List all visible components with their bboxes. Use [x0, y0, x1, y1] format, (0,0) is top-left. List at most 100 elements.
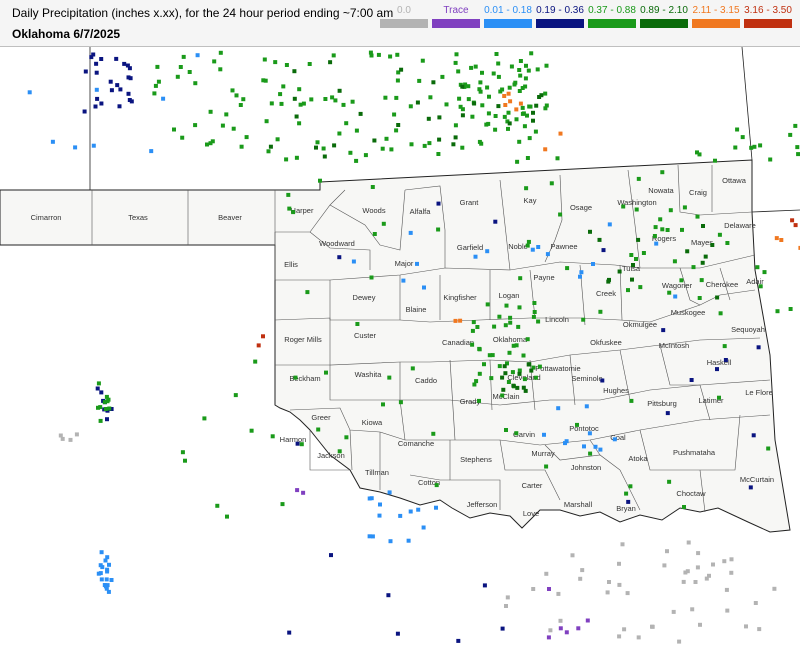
- station-marker[interactable]: [496, 104, 501, 109]
- station-marker[interactable]: [722, 344, 727, 349]
- station-marker[interactable]: [297, 121, 302, 126]
- station-marker[interactable]: [654, 241, 659, 246]
- station-marker[interactable]: [278, 92, 283, 97]
- station-marker[interactable]: [279, 101, 284, 106]
- station-marker[interactable]: [218, 50, 223, 55]
- station-marker[interactable]: [704, 576, 709, 581]
- station-marker[interactable]: [105, 567, 110, 572]
- station-marker[interactable]: [395, 78, 400, 83]
- station-marker[interactable]: [378, 502, 382, 507]
- station-marker[interactable]: [626, 499, 631, 504]
- station-marker[interactable]: [507, 350, 512, 355]
- station-marker[interactable]: [202, 416, 207, 421]
- station-marker[interactable]: [417, 78, 422, 83]
- station-marker[interactable]: [91, 143, 96, 148]
- station-marker[interactable]: [510, 370, 515, 375]
- station-marker[interactable]: [453, 135, 458, 140]
- station-marker[interactable]: [517, 68, 522, 72]
- station-marker[interactable]: [415, 100, 420, 105]
- station-marker[interactable]: [337, 88, 342, 93]
- station-marker[interactable]: [273, 60, 278, 65]
- station-marker[interactable]: [434, 483, 439, 488]
- station-marker[interactable]: [494, 52, 499, 56]
- station-marker[interactable]: [532, 310, 537, 314]
- station-marker[interactable]: [564, 630, 569, 635]
- station-marker[interactable]: [370, 185, 375, 189]
- station-marker[interactable]: [625, 591, 630, 596]
- station-marker[interactable]: [531, 110, 535, 115]
- station-marker[interactable]: [381, 402, 385, 407]
- station-marker[interactable]: [514, 117, 519, 122]
- station-marker[interactable]: [511, 383, 516, 388]
- station-marker[interactable]: [527, 362, 532, 367]
- station-marker[interactable]: [156, 79, 161, 84]
- station-marker[interactable]: [497, 314, 502, 319]
- station-marker[interactable]: [790, 218, 795, 223]
- station-marker[interactable]: [155, 64, 160, 69]
- station-marker[interactable]: [597, 237, 602, 242]
- station-marker[interactable]: [542, 432, 546, 437]
- station-marker[interactable]: [638, 285, 643, 290]
- station-marker[interactable]: [650, 624, 655, 629]
- station-marker[interactable]: [99, 57, 104, 61]
- station-marker[interactable]: [126, 75, 131, 80]
- station-marker[interactable]: [233, 393, 238, 398]
- station-marker[interactable]: [480, 103, 485, 108]
- station-marker[interactable]: [292, 69, 297, 74]
- station-marker[interactable]: [297, 87, 302, 92]
- station-marker[interactable]: [693, 580, 698, 584]
- station-marker[interactable]: [525, 156, 530, 160]
- station-marker[interactable]: [473, 64, 478, 69]
- station-marker[interactable]: [630, 277, 634, 282]
- station-marker[interactable]: [394, 128, 399, 133]
- station-marker[interactable]: [491, 71, 496, 76]
- station-marker[interactable]: [570, 553, 575, 558]
- station-marker[interactable]: [504, 428, 508, 432]
- station-marker[interactable]: [287, 206, 292, 211]
- station-marker[interactable]: [230, 88, 235, 93]
- station-marker[interactable]: [125, 63, 130, 68]
- station-marker[interactable]: [293, 375, 298, 380]
- station-marker[interactable]: [660, 170, 665, 175]
- station-marker[interactable]: [322, 154, 327, 159]
- station-marker[interactable]: [358, 111, 363, 116]
- station-marker[interactable]: [631, 263, 635, 267]
- station-marker[interactable]: [725, 608, 730, 613]
- station-marker[interactable]: [506, 91, 511, 96]
- station-marker[interactable]: [558, 131, 563, 136]
- station-marker[interactable]: [593, 444, 598, 449]
- station-marker[interactable]: [212, 59, 217, 64]
- station-marker[interactable]: [127, 98, 132, 102]
- station-marker[interactable]: [466, 84, 471, 89]
- station-marker[interactable]: [408, 104, 413, 109]
- station-marker[interactable]: [558, 212, 563, 217]
- station-marker[interactable]: [286, 192, 291, 197]
- station-marker[interactable]: [473, 254, 478, 259]
- station-marker[interactable]: [344, 121, 349, 126]
- station-marker[interactable]: [99, 101, 104, 106]
- station-marker[interactable]: [367, 534, 372, 539]
- station-marker[interactable]: [316, 427, 321, 432]
- station-marker[interactable]: [193, 123, 198, 128]
- station-marker[interactable]: [96, 571, 101, 576]
- station-marker[interactable]: [531, 587, 536, 591]
- station-marker[interactable]: [539, 93, 544, 98]
- station-marker[interactable]: [788, 132, 793, 137]
- station-marker[interactable]: [387, 375, 392, 380]
- station-marker[interactable]: [321, 146, 326, 151]
- station-marker[interactable]: [436, 227, 441, 232]
- station-marker[interactable]: [617, 582, 622, 587]
- station-marker[interactable]: [591, 262, 595, 266]
- station-marker[interactable]: [578, 274, 582, 279]
- station-marker[interactable]: [477, 398, 481, 403]
- station-marker[interactable]: [533, 129, 538, 134]
- station-marker[interactable]: [527, 136, 532, 141]
- station-marker[interactable]: [695, 565, 700, 570]
- station-marker[interactable]: [58, 433, 63, 438]
- station-marker[interactable]: [183, 458, 187, 463]
- station-marker[interactable]: [751, 433, 756, 438]
- station-marker[interactable]: [341, 102, 346, 107]
- station-marker[interactable]: [487, 94, 491, 99]
- station-marker[interactable]: [601, 248, 606, 253]
- station-marker[interactable]: [691, 265, 696, 270]
